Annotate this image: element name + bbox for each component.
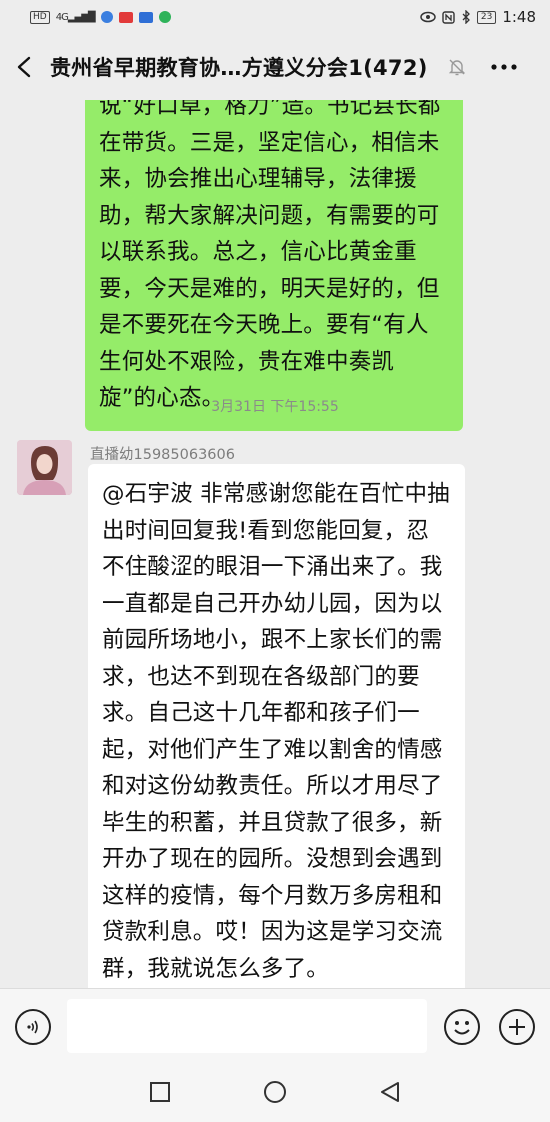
- recent-apps-icon[interactable]: [148, 1080, 172, 1104]
- app-icon-green: [158, 11, 171, 23]
- emoji-button[interactable]: [444, 1009, 480, 1045]
- message-list[interactable]: 说“好口卓，格力”造。书记县长都在带货。三是，坚定信心，相信未来，协会推出心理辅…: [0, 100, 550, 988]
- voice-button[interactable]: [15, 1009, 51, 1045]
- sender-name: 直播幼15985063606: [90, 447, 235, 463]
- chat-title: 贵州省早期教育协…方遵义分会1(472): [50, 56, 428, 80]
- chat-header: 贵州省早期教育协…方遵义分会1(472): [0, 34, 550, 100]
- status-left: HD 4G▂▄▆█: [30, 10, 171, 24]
- nfc-icon: [442, 10, 455, 24]
- status-right: 23 1:48: [420, 8, 536, 26]
- eye-icon: [420, 11, 436, 23]
- app-icon-news: [138, 11, 153, 23]
- signal-label: 4G: [55, 11, 69, 23]
- plus-icon: [509, 1019, 525, 1035]
- battery-icon: 23: [476, 10, 497, 24]
- outgoing-message-bubble[interactable]: 说“好口卓，格力”造。书记县长都在带货。三是，坚定信心，相信未来，协会推出心理辅…: [85, 100, 463, 431]
- more-icon: [491, 64, 517, 70]
- incoming-message-bubble[interactable]: @石宇波 非常感谢您能在百忙中抽出时间回复我!看到您能回复，忍不住酸涩的眼泪一下…: [88, 464, 465, 988]
- home-icon[interactable]: [263, 1080, 287, 1104]
- input-bar: [0, 988, 550, 1062]
- hd-icon: HD: [30, 10, 50, 24]
- message-input[interactable]: [67, 999, 427, 1053]
- app-icon-red: [118, 11, 133, 23]
- message-timestamp: 3月31日 下午15:55: [211, 399, 339, 415]
- signal-4g-icon: 4G▂▄▆█: [55, 11, 96, 23]
- back-button[interactable]: [0, 34, 50, 100]
- status-bar: HD 4G▂▄▆█ 23 1:48: [0, 0, 550, 34]
- mute-bell-icon: [440, 34, 474, 100]
- app-icon-blue: [100, 11, 113, 23]
- voice-icon: [27, 1020, 38, 1034]
- emoji-icon: [454, 1021, 470, 1035]
- bluetooth-icon: [462, 10, 470, 24]
- sender-avatar[interactable]: [17, 440, 72, 495]
- clock: 1:48: [502, 8, 536, 26]
- system-nav-bar: [0, 1062, 550, 1122]
- plus-button[interactable]: [499, 1009, 535, 1045]
- back-icon: [17, 56, 31, 78]
- more-button[interactable]: [474, 34, 534, 100]
- back-nav-icon[interactable]: [378, 1080, 402, 1104]
